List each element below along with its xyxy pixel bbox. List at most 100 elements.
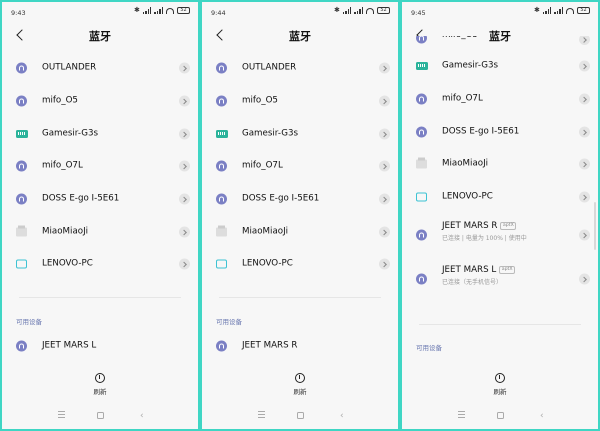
device-row[interactable]: OUTLANDER: [202, 52, 398, 85]
device-settings-button[interactable]: [579, 191, 590, 203]
back-key-icon[interactable]: ‹: [540, 409, 544, 423]
device-row[interactable]: MiaoMiaoJi: [402, 148, 598, 181]
device-name: DOSS E-go I-5E61: [42, 193, 120, 204]
device-name: mifo_O7L: [442, 93, 483, 104]
device-row[interactable]: mifo_O7L: [202, 150, 398, 183]
device-row[interactable]: DOSS E-go I-5E61: [202, 183, 398, 216]
menu-key-icon[interactable]: [458, 409, 465, 420]
device-row[interactable]: Gamesir-G3s: [2, 117, 198, 150]
home-key-icon[interactable]: [497, 412, 504, 419]
device-name: MiaoMiaoJi: [442, 158, 489, 169]
device-row[interactable]: DOSS E-go I-5E61: [402, 115, 598, 148]
bluetooth-device-icon: [216, 62, 227, 74]
device-settings-button[interactable]: [179, 62, 190, 74]
home-key-icon[interactable]: [297, 412, 304, 419]
device-settings-button[interactable]: [179, 128, 190, 140]
device-settings-button[interactable]: [579, 273, 590, 285]
system-navigation-bar: ‹: [2, 409, 198, 423]
device-status: 已连接 | 电量为 100% | 使用中: [442, 235, 527, 243]
device-settings-button[interactable]: [179, 193, 190, 205]
chevron-right-icon: [581, 36, 587, 43]
clock: 9:45: [411, 9, 426, 17]
available-device-row[interactable]: JEET MARS L: [2, 330, 198, 363]
bluetooth-status-icon: ✱: [134, 6, 140, 14]
back-key-icon[interactable]: ‹: [340, 409, 344, 423]
computer-icon: [416, 192, 427, 202]
available-device-list: JEET MARS R: [202, 330, 398, 363]
device-row[interactable]: mifo_O7L: [402, 83, 598, 116]
device-settings-button[interactable]: [579, 126, 590, 138]
device-settings-button[interactable]: [179, 95, 190, 107]
device-row[interactable]: Gamesir-G3s: [402, 50, 598, 83]
device-row[interactable]: Gamesir-G3s: [202, 117, 398, 150]
device-name: OUTLANDER: [242, 62, 297, 73]
device-settings-button[interactable]: [379, 62, 390, 74]
device-settings-button[interactable]: [579, 60, 590, 72]
printer-icon: [416, 157, 427, 169]
device-name-wrap: JEET MARS LaptX: [442, 265, 516, 275]
device-settings-button[interactable]: [579, 229, 590, 241]
back-button[interactable]: [214, 26, 230, 44]
device-row[interactable]: mifo_O7L: [2, 150, 198, 183]
back-button[interactable]: [14, 26, 30, 44]
device-row[interactable]: JEET MARS LaptX 已连接（无手机信号）: [402, 257, 598, 301]
device-row[interactable]: mifo_O5: [402, 36, 598, 50]
available-device-row[interactable]: JEET MARS R: [202, 330, 398, 363]
refresh-button[interactable]: 刷新: [480, 373, 520, 396]
device-settings-button[interactable]: [179, 226, 190, 238]
device-settings-button[interactable]: [379, 258, 390, 270]
device-row[interactable]: MiaoMiaoJi: [2, 215, 198, 248]
signal-icon-2: [554, 7, 563, 14]
keyboard-icon: [16, 129, 28, 138]
available-devices-label: 可用设备: [416, 344, 442, 352]
device-row[interactable]: JEET MARS RaptX 已连接 | 电量为 100% | 使用中: [402, 213, 598, 257]
device-name: DOSS E-go I-5E61: [242, 193, 320, 204]
bluetooth-device-icon: [416, 36, 427, 44]
device-row[interactable]: LENOVO-PC: [202, 248, 398, 281]
paired-device-list: OUTLANDER mifo_O5 Gamesir-G3s mifo_O7L DOSS …: [202, 52, 398, 281]
device-settings-button[interactable]: [379, 128, 390, 140]
menu-key-icon[interactable]: [258, 409, 265, 420]
device-row[interactable]: DOSS E-go I-5E61: [2, 183, 198, 216]
device-row[interactable]: mifo_O5: [2, 85, 198, 118]
menu-key-icon[interactable]: [58, 409, 65, 420]
chevron-right-icon: [381, 229, 387, 235]
device-settings-button[interactable]: [579, 158, 590, 170]
system-navigation-bar: ‹: [402, 409, 598, 423]
back-key-icon[interactable]: ‹: [140, 409, 144, 423]
device-name: JEET MARS R: [242, 340, 298, 351]
chevron-right-icon: [381, 65, 387, 72]
chevron-right-icon: [181, 98, 187, 105]
device-settings-button[interactable]: [379, 160, 390, 172]
device-row[interactable]: MiaoMiaoJi: [202, 215, 398, 248]
chevron-right-icon: [581, 63, 587, 70]
device-row[interactable]: LENOVO-PC: [402, 181, 598, 214]
home-key-icon[interactable]: [97, 412, 104, 419]
device-name: mifo_O7L: [242, 160, 283, 171]
device-settings-button[interactable]: [579, 36, 590, 45]
refresh-icon: [95, 373, 105, 383]
refresh-button[interactable]: 刷新: [280, 373, 320, 396]
device-row[interactable]: mifo_O5: [202, 85, 398, 118]
refresh-button[interactable]: 刷新: [80, 373, 120, 396]
chevron-right-icon: [181, 229, 187, 235]
phone-screen-3: 9:45✱52蓝牙mifo_O5Gamesir-G3smifo_O7LDOSS …: [402, 2, 598, 429]
device-row[interactable]: LENOVO-PC: [2, 248, 198, 281]
device-settings-button[interactable]: [579, 93, 590, 105]
device-name: JEET MARS R: [442, 221, 498, 232]
chevron-right-icon: [381, 196, 387, 203]
scrollbar[interactable]: [594, 202, 596, 250]
chevron-right-icon: [381, 261, 387, 268]
page-title: 蓝牙: [289, 30, 311, 43]
device-settings-button[interactable]: [379, 95, 390, 107]
device-settings-button[interactable]: [379, 193, 390, 205]
device-settings-button[interactable]: [179, 160, 190, 172]
device-settings-button[interactable]: [179, 258, 190, 270]
device-row[interactable]: OUTLANDER: [2, 52, 198, 85]
chevron-right-icon: [181, 261, 187, 268]
chevron-right-icon: [581, 232, 587, 239]
bottom-bar: 刷新 ‹: [402, 365, 598, 429]
codec-badge: aptX: [500, 222, 517, 231]
device-settings-button[interactable]: [379, 226, 390, 238]
printer-icon: [216, 225, 227, 237]
